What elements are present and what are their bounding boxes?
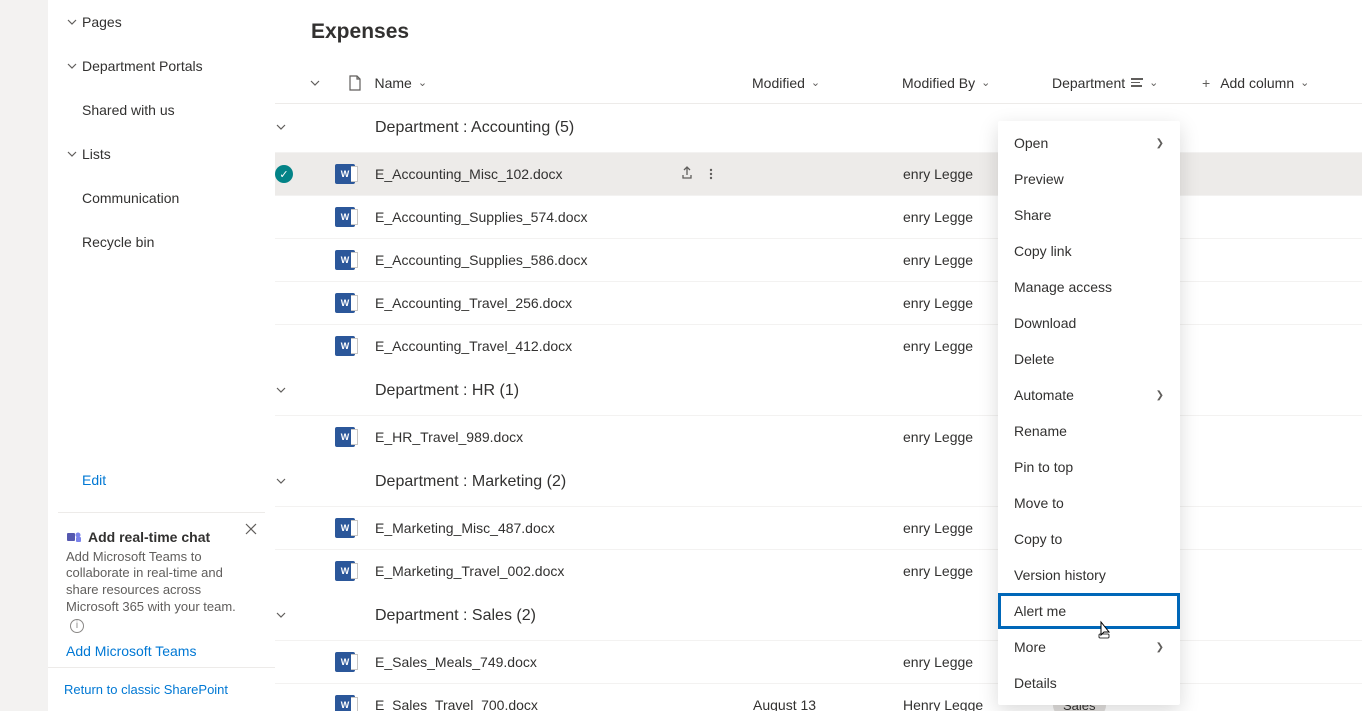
chevron-down-icon: ⌄ [1149,76,1158,89]
ctx-manage-access[interactable]: Manage access [998,269,1180,305]
chevron-right-icon: ❯ [1156,642,1164,653]
word-doc-icon: W [335,336,355,356]
file-type-column-icon[interactable] [335,75,375,91]
teams-promo: Add real-time chat Add Microsoft Teams t… [58,512,265,667]
word-doc-icon: W [335,164,355,184]
ctx-open[interactable]: Open❯ [998,125,1180,161]
word-doc-icon: W [335,293,355,313]
sidebar-item-lists[interactable]: Lists [48,132,275,176]
sidebar-item-shared-with-us[interactable]: Shared with us [48,88,275,132]
page-title: Expenses [275,12,1362,62]
file-name[interactable]: E_Accounting_Travel_256.docx [375,295,675,311]
word-doc-icon: W [335,518,355,538]
selected-check-icon[interactable]: ✓ [275,165,293,183]
add-teams-link[interactable]: Add Microsoft Teams [66,643,196,659]
ctx-rename[interactable]: Rename [998,413,1180,449]
ctx-details[interactable]: Details [998,665,1180,701]
file-list: Department : Accounting (5) ✓ W E_Accountin… [275,104,1362,711]
plus-icon: + [1202,75,1210,91]
group-header[interactable]: Department : Sales (2) [275,592,1362,640]
edit-link[interactable]: Edit [48,458,275,502]
expand-all-icon[interactable] [275,77,335,89]
col-name[interactable]: Name ⌄ [374,75,674,91]
ctx-delete[interactable]: Delete [998,341,1180,377]
chevron-down-icon: ⌄ [1300,76,1309,89]
file-row[interactable]: WE_Sales_Meals_749.docxenry LeggeSales [275,640,1362,683]
word-doc-icon: W [335,427,355,447]
col-modified-by[interactable]: Modified By ⌄ [902,75,1052,91]
ctx-pin-to-top[interactable]: Pin to top [998,449,1180,485]
column-header-row: Name ⌄ Modified ⌄ Modified By ⌄ Departme… [275,62,1362,104]
chevron-down-icon: ⌄ [418,76,427,89]
word-doc-icon: W [335,652,355,672]
file-row[interactable]: WE_Accounting_Supplies_574.docxenry Legg… [275,195,1362,238]
file-row[interactable]: WE_Sales_Travel_700.docxAugust 13Henry L… [275,683,1362,711]
file-name[interactable]: E_Accounting_Travel_412.docx [375,338,675,354]
sidebar: PagesDepartment PortalsShared with usLis… [0,0,275,711]
sidebar-item-recycle-bin[interactable]: Recycle bin [48,220,275,264]
group-header[interactable]: Department : Accounting (5) [275,104,1362,152]
word-doc-icon: W [335,207,355,227]
file-name[interactable]: E_HR_Travel_989.docx [375,429,675,445]
file-name[interactable]: E_Accounting_Misc_102.docx [375,166,675,182]
chevron-down-icon [62,60,82,72]
chevron-right-icon: ❯ [1156,390,1164,401]
word-doc-icon: W [335,695,355,711]
col-department[interactable]: Department ⌄ [1052,75,1202,91]
ctx-move-to[interactable]: Move to [998,485,1180,521]
file-row[interactable]: WE_Marketing_Travel_002.docxenry LeggeMa… [275,549,1362,592]
file-row[interactable]: WE_HR_Travel_989.docxenry LeggeHR [275,415,1362,458]
group-header[interactable]: Department : HR (1) [275,367,1362,415]
file-row[interactable]: WE_Accounting_Supplies_586.docxenry Legg… [275,238,1362,281]
context-menu: Open❯PreviewShareCopy linkManage accessD… [998,121,1180,705]
chevron-down-icon: ⌄ [811,76,820,89]
chevron-down-icon [62,148,82,160]
ctx-share[interactable]: Share [998,197,1180,233]
file-row[interactable]: WE_Accounting_Travel_412.docxenry LeggeA… [275,324,1362,367]
nav: PagesDepartment PortalsShared with usLis… [48,0,275,458]
promo-body: Add Microsoft Teams to collaborate in re… [66,549,236,615]
share-icon[interactable] [675,165,699,181]
ctx-more[interactable]: More❯ [998,629,1180,665]
ctx-automate[interactable]: Automate❯ [998,377,1180,413]
file-row[interactable]: WE_Accounting_Travel_256.docxenry LeggeA… [275,281,1362,324]
promo-title: Add real-time chat [88,529,210,545]
sidebar-item-department-portals[interactable]: Department Portals [48,44,275,88]
teams-icon [66,529,82,545]
ctx-preview[interactable]: Preview [998,161,1180,197]
file-name[interactable]: E_Accounting_Supplies_574.docx [375,209,675,225]
ctx-alert-me[interactable]: Alert me [998,593,1180,629]
file-name[interactable]: E_Sales_Travel_700.docx [375,697,675,711]
word-doc-icon: W [335,250,355,270]
close-icon[interactable] [243,521,259,537]
modified-cell: August 13 [753,697,903,711]
file-row[interactable]: WE_Marketing_Misc_487.docxenry LeggeMark… [275,506,1362,549]
file-name[interactable]: E_Accounting_Supplies_586.docx [375,252,675,268]
sidebar-item-pages[interactable]: Pages [48,0,275,44]
file-name[interactable]: E_Marketing_Misc_487.docx [375,520,675,536]
ctx-copy-link[interactable]: Copy link [998,233,1180,269]
column-format-icon [1131,78,1143,87]
file-name[interactable]: E_Sales_Meals_749.docx [375,654,675,670]
info-icon[interactable]: i [70,619,84,633]
main: Expenses Name ⌄ Modified ⌄ Modified By ⌄ [275,0,1362,711]
file-row[interactable]: ✓WE_Accounting_Misc_102.docxenry LeggeAc… [275,152,1362,195]
chevron-down-icon [62,16,82,28]
more-icon[interactable] [699,167,723,181]
sidebar-item-communication[interactable]: Communication [48,176,275,220]
col-modified[interactable]: Modified ⌄ [752,75,902,91]
ctx-version-history[interactable]: Version history [998,557,1180,593]
ctx-download[interactable]: Download [998,305,1180,341]
add-column-button[interactable]: + Add column ⌄ [1202,75,1362,91]
file-name[interactable]: E_Marketing_Travel_002.docx [375,563,675,579]
classic-link[interactable]: Return to classic SharePoint [48,667,275,711]
ctx-copy-to[interactable]: Copy to [998,521,1180,557]
group-header[interactable]: Department : Marketing (2) [275,458,1362,506]
chevron-down-icon: ⌄ [981,76,990,89]
word-doc-icon: W [335,561,355,581]
chevron-right-icon: ❯ [1156,138,1164,149]
